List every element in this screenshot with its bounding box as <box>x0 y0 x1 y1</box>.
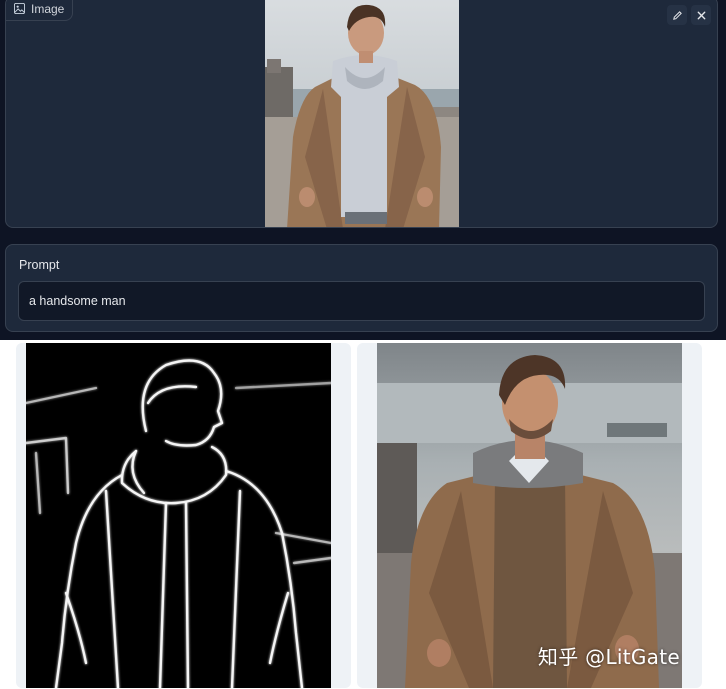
prompt-panel: Prompt a handsome man <box>5 244 718 332</box>
prompt-label: Prompt <box>19 258 60 272</box>
input-photo <box>265 0 459 227</box>
image-toolbar <box>667 5 711 25</box>
pencil-icon <box>672 10 682 20</box>
image-label-tag: Image <box>6 0 74 21</box>
close-icon <box>697 11 705 19</box>
prompt-input[interactable]: a handsome man <box>18 281 705 321</box>
generated-image-result[interactable]: 知乎 @LitGate <box>357 343 702 688</box>
image-icon <box>14 3 25 14</box>
watermark-text: 知乎 @LitGate <box>537 645 680 669</box>
image-input-panel[interactable]: Image <box>5 0 718 228</box>
image-label-text: Image <box>31 1 65 16</box>
edit-button[interactable] <box>667 5 687 25</box>
edge-map-result[interactable] <box>16 343 351 688</box>
app-top-area: Image Prompt a handsome man <box>0 0 726 340</box>
edge-map-image <box>26 343 331 688</box>
generated-image <box>377 343 682 688</box>
close-button[interactable] <box>691 5 711 25</box>
